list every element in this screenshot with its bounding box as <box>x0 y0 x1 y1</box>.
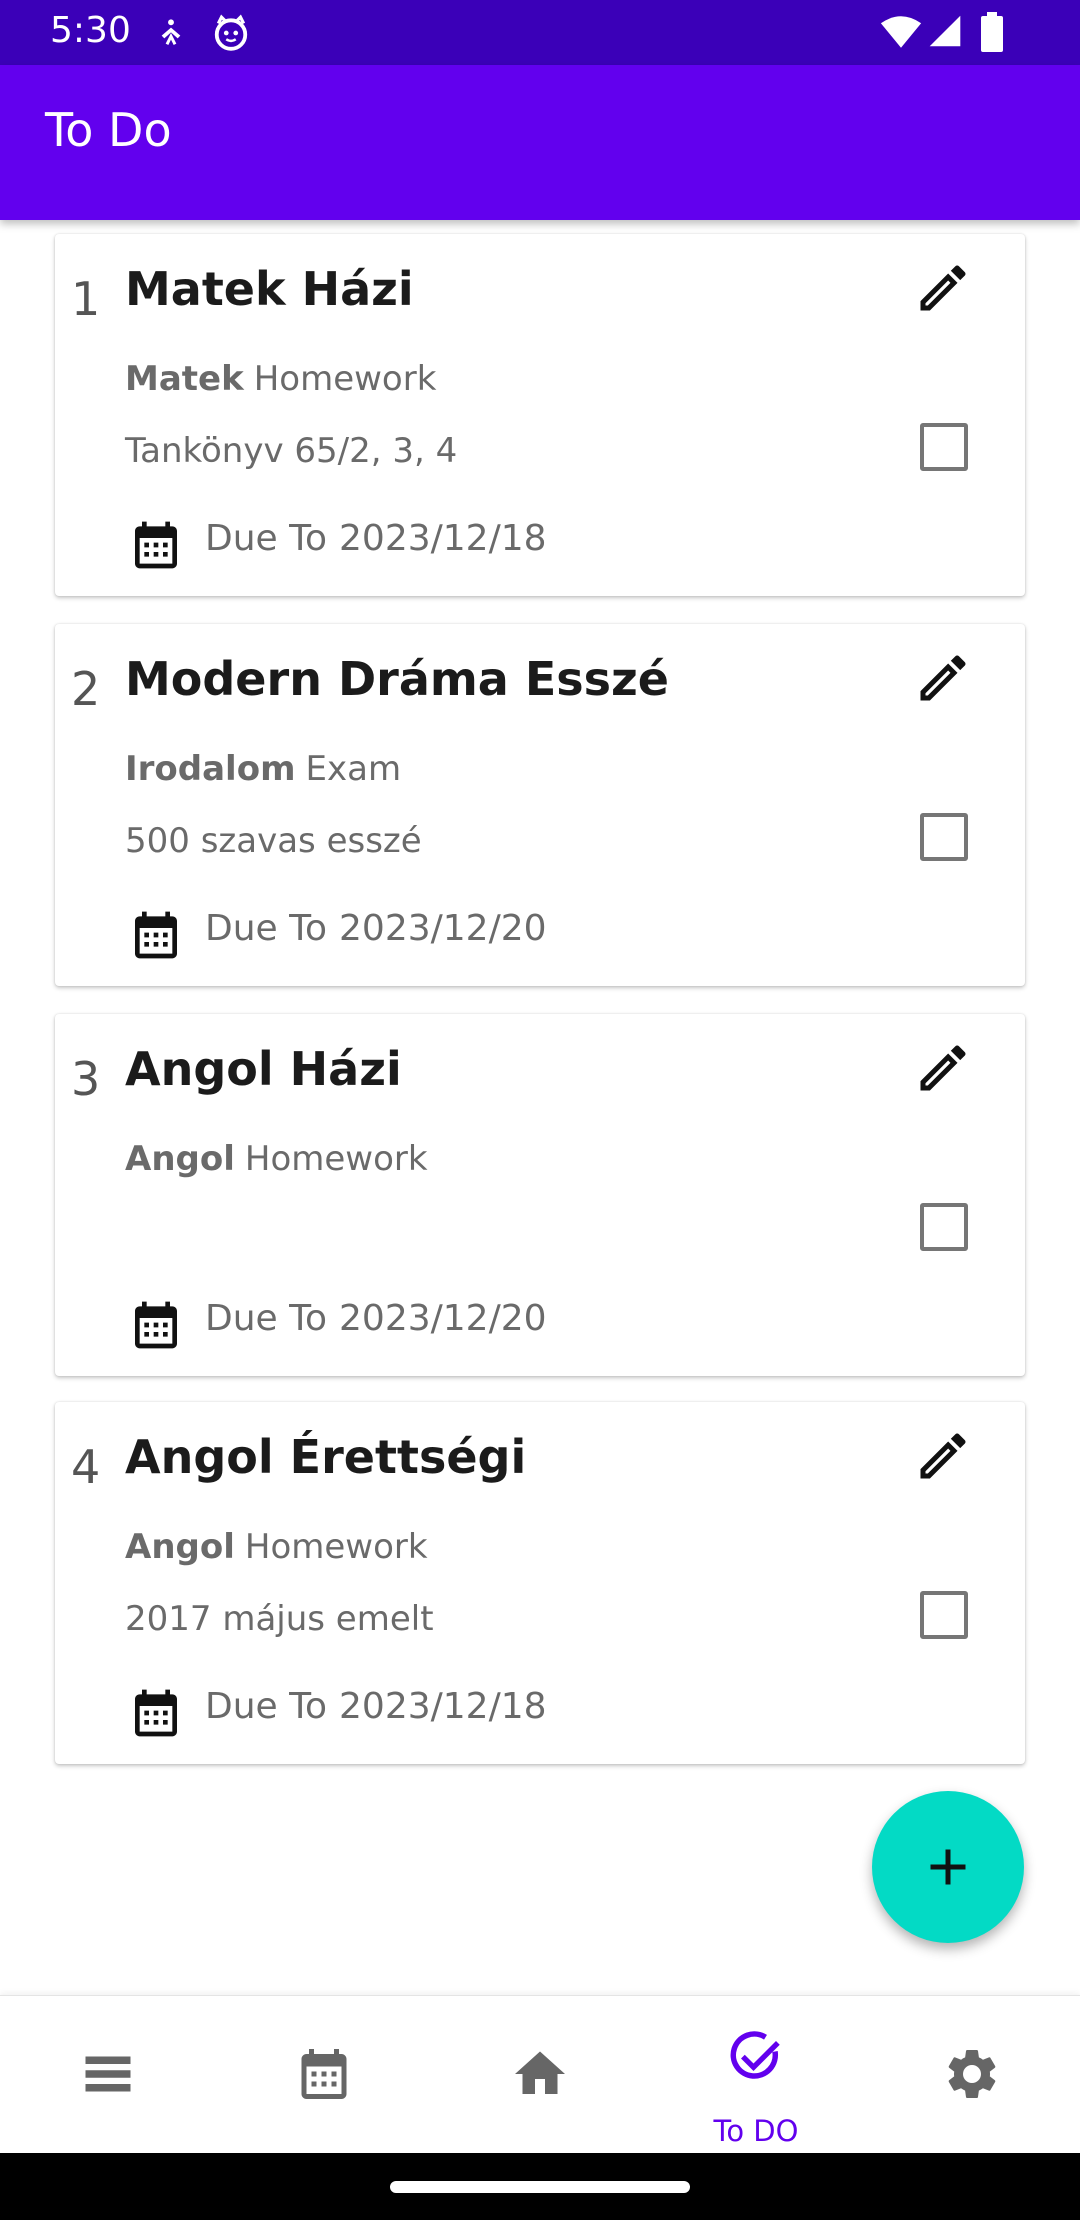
todo-subject-name: Angol <box>125 1139 235 1179</box>
done-checkbox[interactable] <box>920 423 968 471</box>
todo-title: Angol Érettségi <box>125 1430 527 1484</box>
todo-type: Homework <box>244 1139 428 1179</box>
calendar-icon <box>128 906 184 968</box>
home-icon <box>515 2051 565 2094</box>
todo-title: Angol Házi <box>125 1042 402 1096</box>
due-label: Due To <box>205 1298 328 1339</box>
system-navigation-bar <box>0 2153 1080 2220</box>
todo-list[interactable]: 1 Matek Házi Matek Homework Tankönyv 65/2… <box>0 220 1080 1995</box>
calendar-icon <box>128 516 184 578</box>
todo-card[interactable]: 2 Modern Dráma Esszé Irodalom Exam 500 sz… <box>55 624 1025 986</box>
wifi-icon <box>880 14 922 50</box>
todo-card[interactable]: 4 Angol Érettségi Angol Homework 2017 máj… <box>55 1402 1025 1764</box>
nav-label-todo: To DO <box>713 2114 799 2148</box>
todo-description: 500 szavas esszé <box>125 821 422 861</box>
android-cat-icon <box>212 14 250 52</box>
nav-item-calendar[interactable] <box>216 1996 432 2154</box>
todo-subject-name: Angol <box>125 1527 235 1567</box>
app-bar: To Do <box>0 65 1080 220</box>
done-checkbox[interactable] <box>920 1203 968 1251</box>
gear-icon <box>948 2050 996 2098</box>
edit-icon[interactable] <box>913 258 973 318</box>
edit-icon[interactable] <box>913 648 973 708</box>
calendar-icon <box>128 1684 184 1746</box>
nav-item-settings[interactable] <box>864 1996 1080 2154</box>
edit-icon[interactable] <box>913 1038 973 1098</box>
due-label: Due To <box>205 1686 328 1727</box>
todo-number: 2 <box>71 662 101 716</box>
edit-icon[interactable] <box>913 1426 973 1486</box>
todo-subject-name: Irodalom <box>125 749 296 789</box>
due-date: 2023/12/18 <box>339 518 547 559</box>
todo-subject: Angol Homework <box>125 1139 428 1179</box>
status-time: 5:30 <box>50 10 131 51</box>
todo-type: Exam <box>305 749 402 789</box>
due-label: Due To <box>205 908 328 949</box>
nav-item-todo[interactable]: To DO <box>648 1996 864 2154</box>
todo-subject: Irodalom Exam <box>125 749 401 789</box>
add-todo-button[interactable] <box>872 1791 1024 1943</box>
todo-due: Due To 2023/12/18 <box>205 1686 547 1727</box>
cell-signal-icon <box>928 14 962 48</box>
todo-title: Modern Dráma Esszé <box>125 652 670 706</box>
todo-due: Due To 2023/12/18 <box>205 518 547 559</box>
todo-subject: Angol Homework <box>125 1527 428 1567</box>
todo-number: 1 <box>71 272 101 326</box>
todo-due: Due To 2023/12/20 <box>205 908 547 949</box>
menu-icon <box>85 2056 131 2092</box>
todo-subject: Matek Homework <box>125 359 436 399</box>
app-title: To Do <box>45 103 172 157</box>
status-bar: 5:30 <box>0 0 1080 65</box>
nav-item-home[interactable] <box>432 1996 648 2154</box>
todo-card[interactable]: 1 Matek Házi Matek Homework Tankönyv 65/2… <box>55 234 1025 596</box>
todo-description: 2017 május emelt <box>125 1599 434 1639</box>
nav-item-menu[interactable] <box>0 1996 216 2154</box>
calendar-icon <box>301 2049 347 2099</box>
bottom-navigation: To DO <box>0 1995 1080 2153</box>
accessibility-icon <box>155 16 187 50</box>
todo-due: Due To 2023/12/20 <box>205 1298 547 1339</box>
todo-subject-name: Matek <box>125 359 244 399</box>
todo-type: Homework <box>253 359 437 399</box>
battery-icon <box>980 12 1004 52</box>
todo-number: 3 <box>71 1052 101 1106</box>
due-date: 2023/12/20 <box>339 1298 547 1339</box>
check-circle-icon <box>730 2031 780 2079</box>
home-gesture-handle[interactable] <box>390 2181 690 2193</box>
plus-icon <box>930 1849 966 1885</box>
due-label: Due To <box>205 518 328 559</box>
todo-title: Matek Házi <box>125 262 414 316</box>
todo-type: Homework <box>244 1527 428 1567</box>
done-checkbox[interactable] <box>920 1591 968 1639</box>
due-date: 2023/12/18 <box>339 1686 547 1727</box>
due-date: 2023/12/20 <box>339 908 547 949</box>
todo-card[interactable]: 3 Angol Házi Angol Homework Due To 2023/12… <box>55 1014 1025 1376</box>
calendar-icon <box>128 1296 184 1358</box>
done-checkbox[interactable] <box>920 813 968 861</box>
todo-number: 4 <box>71 1440 101 1494</box>
todo-description: Tankönyv 65/2, 3, 4 <box>125 431 458 471</box>
